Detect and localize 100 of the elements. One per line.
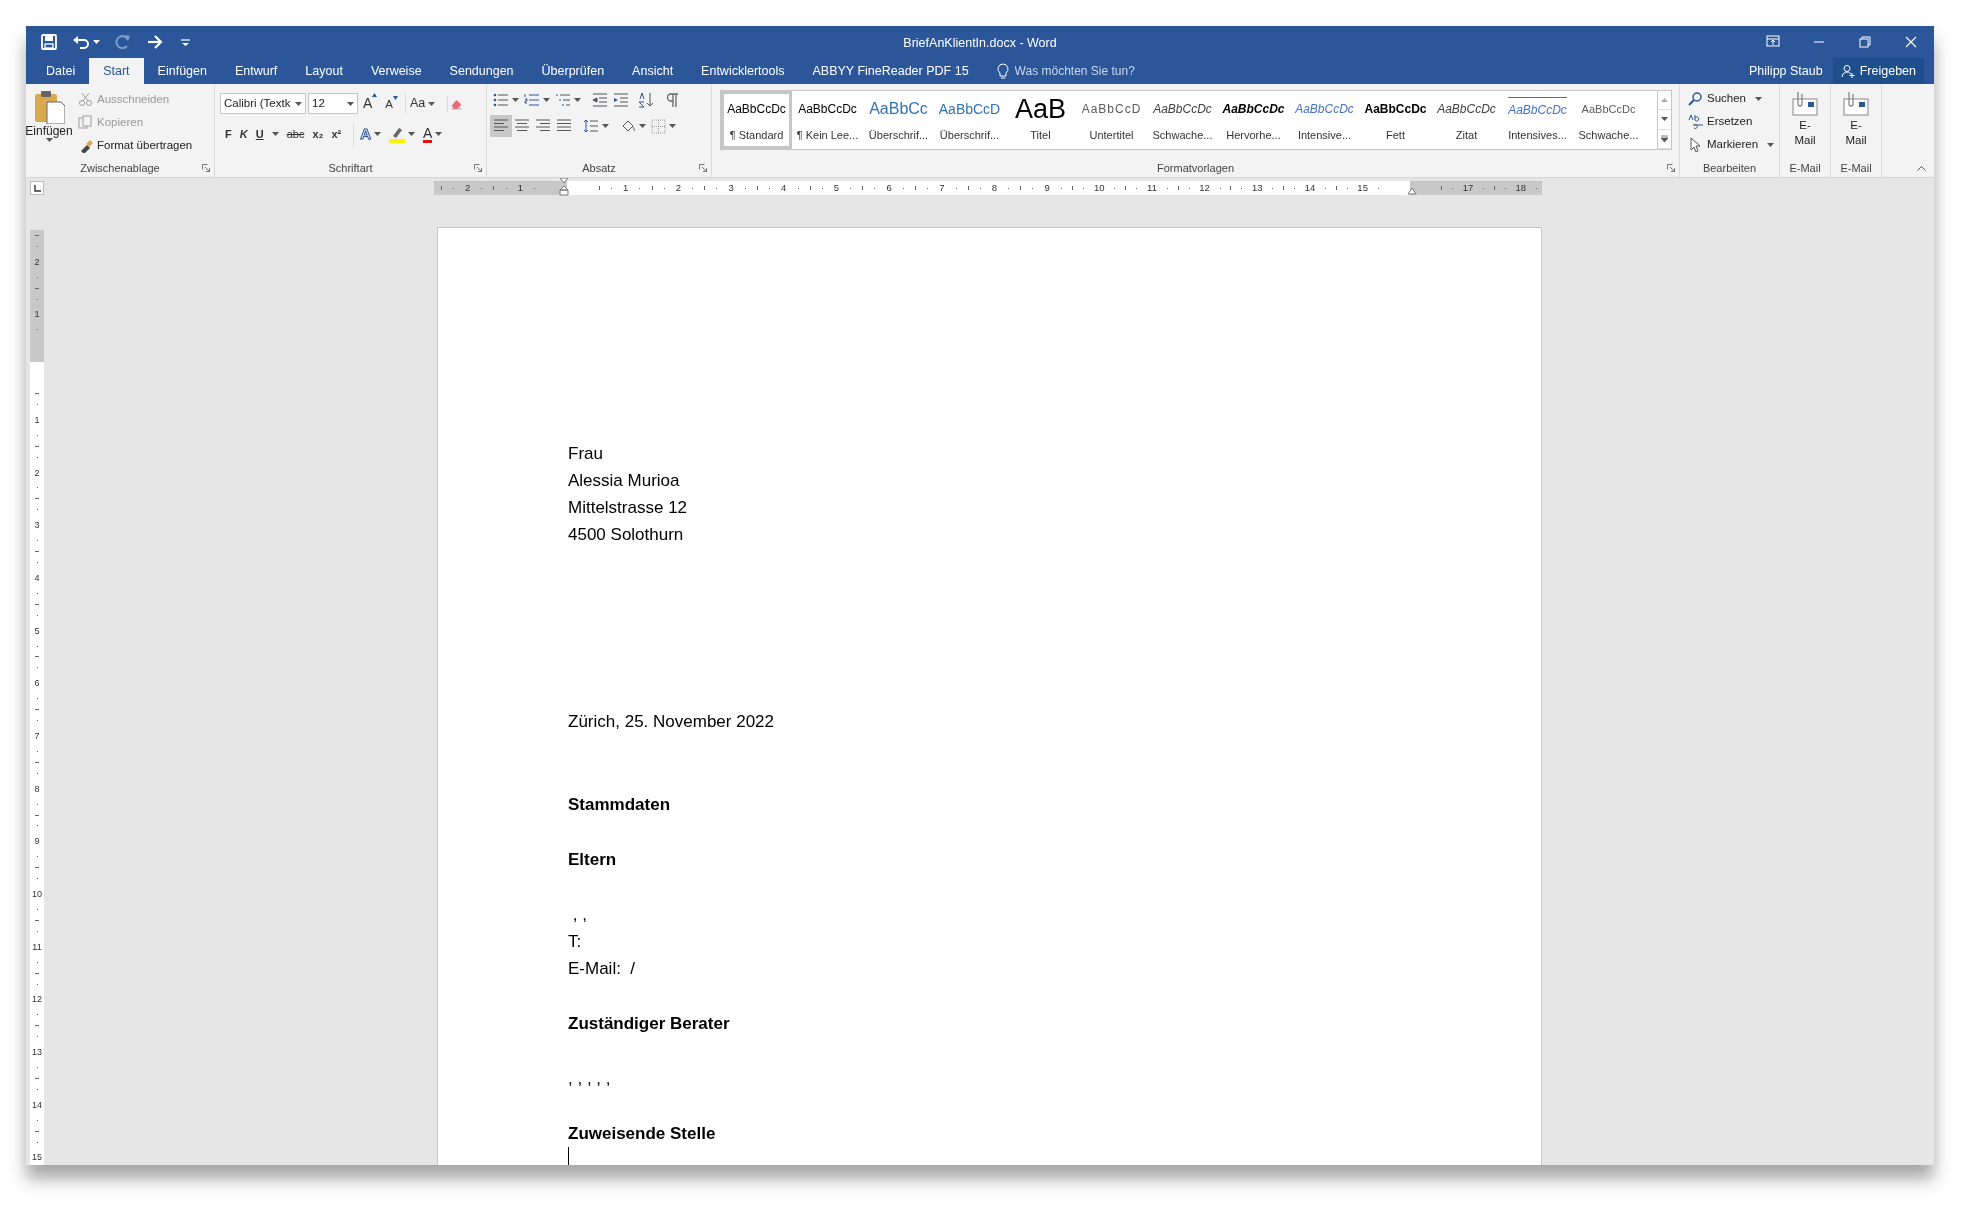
restore-icon[interactable] [1857,33,1873,50]
style-item[interactable]: AaBbCcDc Hervorhe... [1218,91,1289,149]
group-label: Zwischenablage [80,160,160,176]
decrease-indent-icon[interactable] [592,92,608,108]
save-icon[interactable] [40,32,58,51]
style-item[interactable]: AaBbCcDc Intensive... [1289,91,1360,149]
heading-text: Zuweisende Stelle [568,1123,717,1145]
format-button[interactable]: x₂ [312,126,324,143]
ribbon-tab[interactable]: Ansicht [618,58,688,84]
font-name-dropdown[interactable]: Calibri (Textk [220,93,306,114]
date-text: Zürich, 25. November 2022 [568,711,775,733]
replace-icon [1688,114,1703,129]
multilevel-list-icon[interactable] [555,92,571,108]
shrink-font-button[interactable]: A [382,93,401,114]
window-title: BriefAnKlientIn.docx - Word [903,35,1057,52]
email-button[interactable]: E- Mail [1831,84,1881,148]
caret-icon [543,98,550,102]
tell-me-field[interactable]: Was möchten Sie tun? [1014,62,1165,80]
text-line: , , [571,904,588,926]
caret-icon [602,124,609,128]
find-button[interactable]: Suchen [1688,89,1779,108]
sort-icon[interactable] [638,92,654,108]
ruler-number: 6 [886,183,892,193]
scroll-down-icon[interactable] [1660,116,1669,123]
style-item[interactable]: AaBbCcDc Fett [1360,91,1431,149]
dialog-launcher-icon[interactable] [699,164,707,172]
ribbon-tab[interactable]: ABBYY FineReader PDF 15 [798,58,983,84]
user-name[interactable]: Philipp Staub [1739,61,1833,81]
dialog-launcher-icon[interactable] [202,164,210,172]
share-button[interactable]: Freigeben [1832,58,1924,84]
style-item[interactable]: AaBbCcD Untertitel [1076,91,1147,149]
ruler-number: 5 [34,625,40,636]
style-item[interactable]: AaBbCcDc Zitat [1431,91,1502,149]
style-item[interactable]: AaBbCcDc Schwache... [1573,91,1644,149]
ruler-number: 12 [32,994,42,1005]
ribbon-tab[interactable]: Start [89,58,144,84]
copy-icon [78,115,93,130]
caret-icon [512,98,519,102]
align-center-icon[interactable] [514,118,530,134]
format-button[interactable]: U [255,126,264,143]
indent-marker-icon[interactable] [559,178,569,198]
ruler-number: 11 [32,941,42,952]
line-spacing-icon[interactable] [583,118,599,134]
format-button[interactable]: K [239,126,248,143]
bullets-icon[interactable] [493,92,509,108]
highlighter-icon[interactable] [389,125,406,143]
select-button[interactable]: Markieren [1688,135,1779,154]
ribbon-tab[interactable]: Überprüfen [527,58,619,84]
tab-selector[interactable] [30,181,44,195]
dialog-launcher-icon[interactable] [474,164,482,172]
ruler-number: 13 [32,1047,42,1058]
caret-icon [347,101,354,106]
ribbon-tab[interactable]: Layout [291,58,357,84]
more-styles-icon[interactable] [1660,135,1669,143]
paste-button[interactable]: Einfügen [26,88,72,159]
align-right-icon[interactable] [535,118,551,134]
style-item[interactable]: AaBbCcD Überschrif... [934,91,1005,149]
ribbon-tab[interactable]: Sendungen [435,58,528,84]
ribbon-tab[interactable]: Verweise [356,58,436,84]
font-color-button[interactable]: A [423,125,443,143]
eraser-icon[interactable] [447,95,464,112]
style-item[interactable]: AaBbCc Überschrif... [863,91,934,149]
ribbon-display-icon[interactable] [1765,33,1781,50]
ruler-number: 8 [34,783,40,794]
style-item[interactable]: AaBbCcDc ¶ Standard [721,91,792,149]
format-button[interactable]: x² [331,126,342,143]
copy-button: Kopieren [78,113,193,132]
format-button[interactable]: abc [286,126,305,143]
caret-icon [374,132,382,137]
replace-button[interactable]: Ersetzen [1688,112,1779,131]
scissors-icon [78,92,93,107]
increase-indent-icon[interactable] [613,92,629,108]
format-painter-button[interactable]: Format übertragen [78,136,193,155]
ribbon-tab[interactable]: Datei [32,58,90,84]
ribbon-tab[interactable]: Einfügen [143,58,221,84]
ruler-number: 7 [34,731,40,741]
format-button[interactable]: F [225,126,232,143]
dialog-launcher-icon[interactable] [1667,164,1675,172]
align-left-icon[interactable] [493,118,509,134]
caret-icon [271,132,279,137]
style-item[interactable]: AaBbCcDc ¶ Kein Lee... [792,91,863,149]
grow-font-button[interactable]: A [360,93,381,114]
ribbon-tab[interactable]: Entwicklertools [687,58,799,84]
font-size-dropdown[interactable]: 12 [308,93,358,114]
right-arrow-icon[interactable] [146,32,164,51]
email-button[interactable]: E- Mail [1780,84,1830,148]
style-item[interactable]: AaBbCcDc Schwache... [1147,91,1218,149]
right-indent-marker-icon[interactable] [1407,187,1417,195]
style-item[interactable]: AaBbCcDc Intensives... [1502,91,1573,149]
change-case-button[interactable]: Aa [405,94,440,113]
paint-bucket-icon[interactable] [620,118,636,134]
collapse-ribbon-icon[interactable] [1917,165,1926,171]
borders-icon[interactable] [651,118,666,134]
justify-icon[interactable] [556,118,572,134]
ribbon-tab[interactable]: Entwurf [220,58,292,84]
group-label: Formatvorlagen [1156,160,1234,176]
ruler-number: 1 [34,414,40,425]
pilcrow-icon[interactable] [665,92,679,108]
style-item[interactable]: AaB Titel [1005,91,1076,149]
ruler-number: 11 [1147,183,1157,193]
